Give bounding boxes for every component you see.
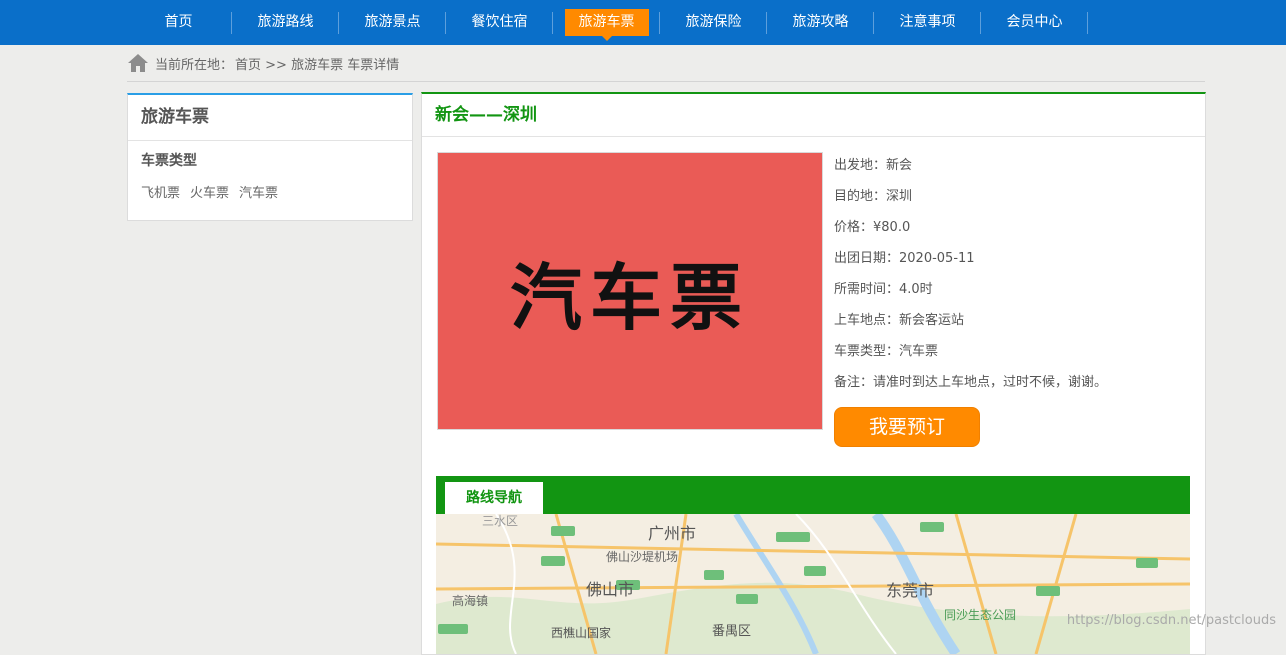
sidebar-panel: 旅游车票 车票类型 飞机票 火车票 汽车票 (127, 93, 413, 221)
nav-separator (1087, 12, 1088, 34)
map-label-sanshui: 三水区 (482, 514, 519, 528)
map-label-gaohai: 高海镇 (452, 594, 489, 608)
sidebar-subtitle: 车票类型 (141, 153, 197, 169)
detail-boarding-point: 上车地点：新会客运站 (834, 313, 965, 328)
map-label-airport: 佛山沙堤机场 (606, 550, 679, 564)
nav-item-label: 旅游景点 (364, 14, 421, 30)
detail-ticket-type: 车票类型：汽车票 (834, 344, 939, 359)
tab-route-navigation[interactable]: 路线导航 (445, 482, 543, 514)
ticket-image: 汽车票 (437, 152, 823, 430)
nav-item-1[interactable]: 旅游路线 (232, 0, 339, 45)
detail-price: 价格：¥80.0 (834, 220, 911, 235)
nav-item-label: 注意事项 (899, 14, 956, 30)
book-button[interactable]: 我要预订 (834, 407, 980, 447)
nav-item-7[interactable]: 注意事项 (874, 0, 981, 45)
nav-item-5[interactable]: 旅游保险 (660, 0, 767, 45)
home-icon (128, 54, 148, 72)
nav-menu: 首页 旅游路线 旅游景点 餐饮住宿 旅游车票 旅游保险 旅游攻略 注意事项 会员中心 (125, 0, 1088, 45)
sidebar-title: 旅游车票 (128, 95, 412, 141)
map-label-shatong: 同沙生态公园 (944, 608, 1017, 622)
top-navigation: 首页 旅游路线 旅游景点 餐饮住宿 旅游车票 旅游保险 旅游攻略 注意事项 会员中心 (0, 0, 1286, 45)
link-bus-ticket[interactable]: 汽车票 (239, 182, 278, 201)
map-label-xiqiao: 西樵山国家 (551, 626, 612, 640)
route-nav-bar: 路线导航 (436, 476, 1190, 514)
breadcrumb-path[interactable]: 首页 >> 旅游车票 车票详情 (235, 54, 399, 73)
breadcrumb: 当前所在地： 首页 >> 旅游车票 车票详情 (127, 45, 1205, 82)
ticket-detail-panel: 新会——深圳 汽车票 出发地：新会 目的地：深圳 价格：¥80.0 出团日期：2… (421, 92, 1206, 655)
nav-item-label: 首页 (164, 14, 193, 30)
ticket-details: 出发地：新会 目的地：深圳 价格：¥80.0 出团日期：2020-05-11 所… (834, 156, 1107, 404)
breadcrumb-label: 当前所在地： (155, 57, 234, 73)
nav-item-label: 旅游保险 (685, 14, 742, 30)
link-plane-ticket[interactable]: 飞机票 (141, 182, 180, 201)
detail-remark: 备注：请准时到达上车地点，过时不候，谢谢。 (834, 375, 1108, 390)
map-canvas (436, 514, 1190, 654)
nav-item-label: 旅游车票 (564, 9, 649, 41)
nav-item-label: 旅游路线 (257, 14, 314, 30)
nav-item-label: 旅游攻略 (792, 14, 849, 30)
map-label-dongguan: 东莞市 (886, 581, 935, 600)
map-label-panyu: 番禺区 (712, 624, 752, 639)
nav-item-label: 餐饮住宿 (471, 14, 528, 30)
detail-destination: 目的地：深圳 (834, 189, 913, 204)
nav-item-6[interactable]: 旅游攻略 (767, 0, 874, 45)
ticket-image-text: 汽车票 (509, 254, 750, 340)
nav-item-8[interactable]: 会员中心 (981, 0, 1088, 45)
nav-item-2[interactable]: 旅游景点 (339, 0, 446, 45)
map-label-foshan: 佛山市 (586, 580, 635, 599)
route-map[interactable]: 广州市 佛山市 东莞市 番禺区 佛山沙堤机场 高海镇 同沙生态公园 西樵山国家 … (436, 514, 1190, 654)
nav-item-0[interactable]: 首页 (125, 0, 232, 45)
nav-item-4[interactable]: 旅游车票 (553, 0, 660, 45)
ticket-title: 新会——深圳 (422, 94, 1205, 137)
link-train-ticket[interactable]: 火车票 (190, 182, 229, 201)
ticket-type-links: 飞机票 火车票 汽车票 (128, 170, 412, 201)
nav-item-label: 会员中心 (1006, 14, 1063, 30)
watermark-text: https://blog.csdn.net/pastclouds (1066, 613, 1276, 628)
map-label-guangzhou: 广州市 (648, 524, 697, 543)
nav-item-3[interactable]: 餐饮住宿 (446, 0, 553, 45)
detail-date: 出团日期：2020-05-11 (834, 251, 975, 266)
detail-departure: 出发地：新会 (834, 158, 913, 173)
detail-duration: 所需时间：4.0时 (834, 282, 933, 297)
